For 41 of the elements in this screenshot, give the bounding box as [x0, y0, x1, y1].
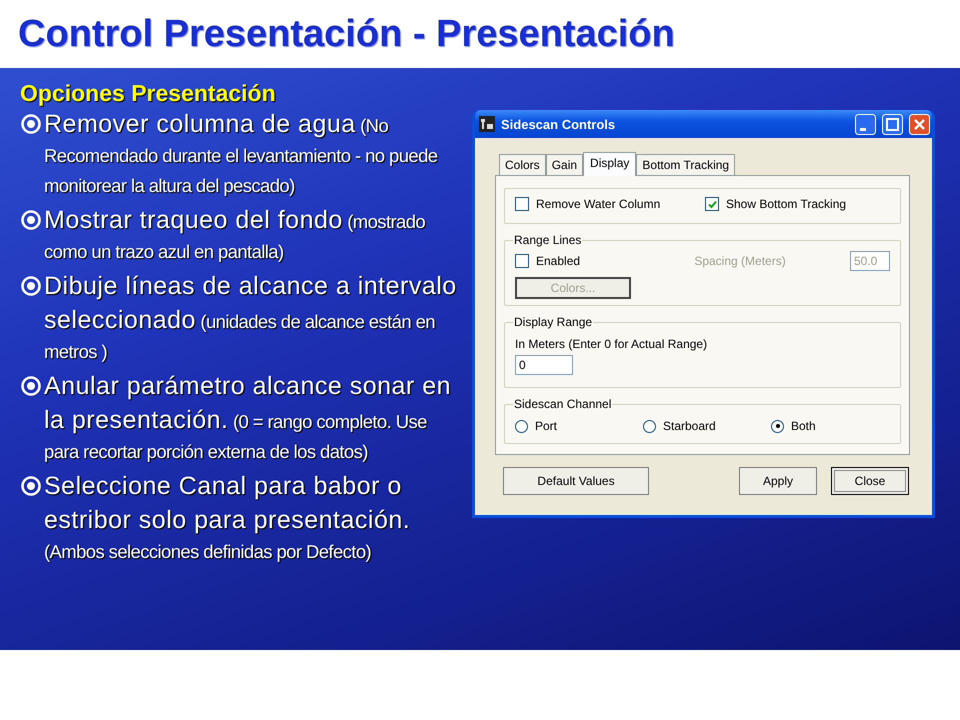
radio-button[interactable] [771, 420, 784, 432]
checkbox[interactable] [705, 197, 719, 211]
tab[interactable]: Bottom Tracking [636, 154, 736, 176]
tab[interactable]: Gain [546, 154, 584, 176]
bullet-icon [20, 275, 42, 297]
app-icon [479, 116, 495, 132]
bullet-text: Dibuje líneas de alcance a intervalo seleccionado (unidades de alcance están en metros ) [44, 271, 458, 364]
checkbox-label: Remove Water Column [536, 197, 660, 211]
radio-label: Port [535, 419, 558, 433]
checkbox-label: Show Bottom Tracking [726, 197, 846, 211]
bullet-icon [20, 113, 42, 135]
dialog-button[interactable]: Apply [739, 467, 817, 495]
group-title: Display Range [513, 315, 594, 329]
window-title: Sidescan Controls [501, 116, 616, 132]
radio-label: Both [791, 419, 816, 433]
checkbox[interactable] [515, 197, 529, 211]
minimize-button[interactable] [855, 114, 876, 134]
bullet-icon [20, 475, 42, 497]
field-label: Spacing (Meters) [694, 254, 786, 268]
bullet-text: Remover columna de agua (No Recomendado durante el levantamiento - no puede monitorear la altura del pescado) [44, 109, 438, 198]
bullet-text: Mostrar traqueo del fondo (mostrado como un trazo azul en pantalla) [44, 205, 426, 264]
dialog-button[interactable]: Close [831, 467, 909, 495]
radio-label: Starboard [663, 419, 716, 433]
maximize-button[interactable] [882, 114, 903, 134]
bullet-icon [20, 209, 42, 231]
range-field[interactable]: 0 [515, 355, 573, 375]
tab[interactable]: Colors [499, 154, 546, 176]
bullet-text: Anular parámetro alcance sonar en la presentación. (0 = rango completo. Use para recortar porción externa de los datos) [44, 371, 452, 464]
section-heading: Opciones Presentación [20, 80, 277, 107]
bullet-icon [20, 375, 42, 397]
radio-button[interactable] [515, 420, 528, 432]
close-button[interactable] [909, 114, 930, 134]
group-title: Range Lines [513, 233, 582, 247]
bullet-text: Seleccione Canal para babor o estribor solo para presentación. (Ambos selecciones definidas por Defecto) [44, 471, 412, 564]
radio-button[interactable] [643, 420, 656, 432]
tab[interactable]: Display [583, 152, 636, 176]
field-label: In Meters (Enter 0 for Actual Range) [515, 337, 708, 351]
dialog-button[interactable]: Default Values [503, 467, 649, 495]
group-title: Sidescan Channel [513, 397, 612, 411]
slide-title: Control Presentación - Presentación [18, 12, 675, 56]
checkbox-label: Enabled [536, 254, 580, 268]
